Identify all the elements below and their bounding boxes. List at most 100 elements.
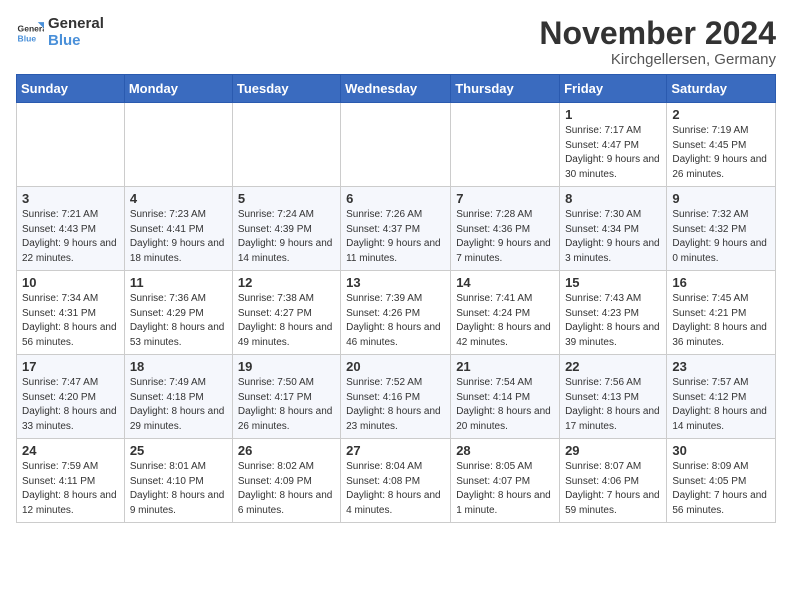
day-number: 24 <box>22 443 119 458</box>
day-number: 6 <box>346 191 445 206</box>
header-row: Sunday Monday Tuesday Wednesday Thursday… <box>17 75 776 103</box>
month-title: November 2024 <box>539 16 776 51</box>
day-info: Sunrise: 7:59 AM Sunset: 4:11 PM Dayligh… <box>22 460 119 518</box>
day-number: 22 <box>565 359 661 374</box>
day-number: 8 <box>565 191 661 206</box>
day-number: 17 <box>22 359 119 374</box>
table-cell <box>232 103 340 187</box>
day-number: 25 <box>130 443 227 458</box>
day-number: 30 <box>672 443 770 458</box>
day-info: Sunrise: 7:19 AM Sunset: 4:45 PM Dayligh… <box>672 124 770 182</box>
header-sunday: Sunday <box>17 75 125 103</box>
table-cell: 23 Sunrise: 7:57 AM Sunset: 4:12 PM Dayli… <box>667 355 776 439</box>
table-cell: 28 Sunrise: 8:05 AM Sunset: 4:07 PM Dayli… <box>451 439 560 523</box>
day-info: Sunrise: 7:32 AM Sunset: 4:32 PM Dayligh… <box>672 208 770 266</box>
table-cell: 17 Sunrise: 7:47 AM Sunset: 4:20 PM Dayli… <box>17 355 125 439</box>
day-number: 18 <box>130 359 227 374</box>
table-cell: 6 Sunrise: 7:26 AM Sunset: 4:37 PM Daylig… <box>341 187 451 271</box>
day-number: 27 <box>346 443 445 458</box>
day-number: 3 <box>22 191 119 206</box>
day-number: 23 <box>672 359 770 374</box>
table-cell: 7 Sunrise: 7:28 AM Sunset: 4:36 PM Daylig… <box>451 187 560 271</box>
table-cell: 19 Sunrise: 7:50 AM Sunset: 4:17 PM Dayli… <box>232 355 340 439</box>
day-info: Sunrise: 7:47 AM Sunset: 4:20 PM Dayligh… <box>22 376 119 434</box>
calendar-container: General Blue General Blue November 2024 … <box>0 0 792 531</box>
week-row-4: 24 Sunrise: 7:59 AM Sunset: 4:11 PM Dayli… <box>17 439 776 523</box>
table-cell: 14 Sunrise: 7:41 AM Sunset: 4:24 PM Dayli… <box>451 271 560 355</box>
day-info: Sunrise: 7:24 AM Sunset: 4:39 PM Dayligh… <box>238 208 335 266</box>
day-info: Sunrise: 7:50 AM Sunset: 4:17 PM Dayligh… <box>238 376 335 434</box>
table-cell: 30 Sunrise: 8:09 AM Sunset: 4:05 PM Dayli… <box>667 439 776 523</box>
calendar-table: Sunday Monday Tuesday Wednesday Thursday… <box>16 74 776 523</box>
table-cell: 16Sunrise: 7:45 AM Sunset: 4:21 PM Dayli… <box>667 271 776 355</box>
header-wednesday: Wednesday <box>341 75 451 103</box>
day-number: 12 <box>238 275 335 290</box>
day-number: 20 <box>346 359 445 374</box>
table-cell: 29 Sunrise: 8:07 AM Sunset: 4:06 PM Dayli… <box>560 439 667 523</box>
day-number: 29 <box>565 443 661 458</box>
table-cell: 24 Sunrise: 7:59 AM Sunset: 4:11 PM Dayli… <box>17 439 125 523</box>
day-info: Sunrise: 7:30 AM Sunset: 4:34 PM Dayligh… <box>565 208 661 266</box>
day-number: 7 <box>456 191 554 206</box>
day-info: Sunrise: 8:02 AM Sunset: 4:09 PM Dayligh… <box>238 460 335 518</box>
table-cell: 22 Sunrise: 7:56 AM Sunset: 4:13 PM Dayli… <box>560 355 667 439</box>
header-monday: Monday <box>124 75 232 103</box>
table-cell: 8 Sunrise: 7:30 AM Sunset: 4:34 PM Daylig… <box>560 187 667 271</box>
day-number: 13 <box>346 275 445 290</box>
day-info: Sunrise: 8:07 AM Sunset: 4:06 PM Dayligh… <box>565 460 661 518</box>
day-info: Sunrise: 7:43 AM Sunset: 4:23 PM Dayligh… <box>565 292 661 350</box>
logo: General Blue General Blue <box>16 16 104 49</box>
day-info: Sunrise: 7:23 AM Sunset: 4:41 PM Dayligh… <box>130 208 227 266</box>
day-number: 19 <box>238 359 335 374</box>
table-cell: 9 Sunrise: 7:32 AM Sunset: 4:32 PM Daylig… <box>667 187 776 271</box>
table-cell: 1 Sunrise: 7:17 AM Sunset: 4:47 PM Daylig… <box>560 103 667 187</box>
day-number: 9 <box>672 191 770 206</box>
table-cell <box>17 103 125 187</box>
table-cell: 13 Sunrise: 7:39 AM Sunset: 4:26 PM Dayli… <box>341 271 451 355</box>
title-block: November 2024 Kirchgellersen, Germany <box>539 16 776 68</box>
day-number: 10 <box>22 275 119 290</box>
table-cell <box>341 103 451 187</box>
header: General Blue General Blue November 2024 … <box>16 16 776 68</box>
day-number: 28 <box>456 443 554 458</box>
day-number: 15 <box>565 275 661 290</box>
day-info: Sunrise: 7:26 AM Sunset: 4:37 PM Dayligh… <box>346 208 445 266</box>
day-info: Sunrise: 7:45 AM Sunset: 4:21 PM Dayligh… <box>672 292 770 350</box>
table-cell: 27 Sunrise: 8:04 AM Sunset: 4:08 PM Dayli… <box>341 439 451 523</box>
location: Kirchgellersen, Germany <box>539 51 776 68</box>
table-cell: 15 Sunrise: 7:43 AM Sunset: 4:23 PM Dayli… <box>560 271 667 355</box>
svg-text:General: General <box>18 23 44 33</box>
day-info: Sunrise: 8:09 AM Sunset: 4:05 PM Dayligh… <box>672 460 770 518</box>
day-info: Sunrise: 7:39 AM Sunset: 4:26 PM Dayligh… <box>346 292 445 350</box>
week-row-3: 17 Sunrise: 7:47 AM Sunset: 4:20 PM Dayli… <box>17 355 776 439</box>
day-info: Sunrise: 7:56 AM Sunset: 4:13 PM Dayligh… <box>565 376 661 434</box>
day-number: 4 <box>130 191 227 206</box>
table-cell: 20Sunrise: 7:52 AM Sunset: 4:16 PM Dayli… <box>341 355 451 439</box>
day-number: 26 <box>238 443 335 458</box>
day-number: 1 <box>565 107 661 122</box>
day-info: Sunrise: 7:36 AM Sunset: 4:29 PM Dayligh… <box>130 292 227 350</box>
header-thursday: Thursday <box>451 75 560 103</box>
table-cell: 21Sunrise: 7:54 AM Sunset: 4:14 PM Dayli… <box>451 355 560 439</box>
table-cell: 18Sunrise: 7:49 AM Sunset: 4:18 PM Dayli… <box>124 355 232 439</box>
table-cell: 2 Sunrise: 7:19 AM Sunset: 4:45 PM Daylig… <box>667 103 776 187</box>
day-info: Sunrise: 7:57 AM Sunset: 4:12 PM Dayligh… <box>672 376 770 434</box>
day-info: Sunrise: 7:28 AM Sunset: 4:36 PM Dayligh… <box>456 208 554 266</box>
table-cell: 11Sunrise: 7:36 AM Sunset: 4:29 PM Dayli… <box>124 271 232 355</box>
header-friday: Friday <box>560 75 667 103</box>
day-info: Sunrise: 8:01 AM Sunset: 4:10 PM Dayligh… <box>130 460 227 518</box>
day-info: Sunrise: 7:17 AM Sunset: 4:47 PM Dayligh… <box>565 124 661 182</box>
logo-line2: Blue <box>48 33 104 50</box>
day-info: Sunrise: 8:05 AM Sunset: 4:07 PM Dayligh… <box>456 460 554 518</box>
day-number: 5 <box>238 191 335 206</box>
day-info: Sunrise: 8:04 AM Sunset: 4:08 PM Dayligh… <box>346 460 445 518</box>
day-number: 21 <box>456 359 554 374</box>
table-cell: 25 Sunrise: 8:01 AM Sunset: 4:10 PM Dayli… <box>124 439 232 523</box>
table-cell <box>451 103 560 187</box>
day-number: 2 <box>672 107 770 122</box>
table-cell <box>124 103 232 187</box>
day-info: Sunrise: 7:38 AM Sunset: 4:27 PM Dayligh… <box>238 292 335 350</box>
day-info: Sunrise: 7:41 AM Sunset: 4:24 PM Dayligh… <box>456 292 554 350</box>
day-info: Sunrise: 7:21 AM Sunset: 4:43 PM Dayligh… <box>22 208 119 266</box>
day-number: 14 <box>456 275 554 290</box>
